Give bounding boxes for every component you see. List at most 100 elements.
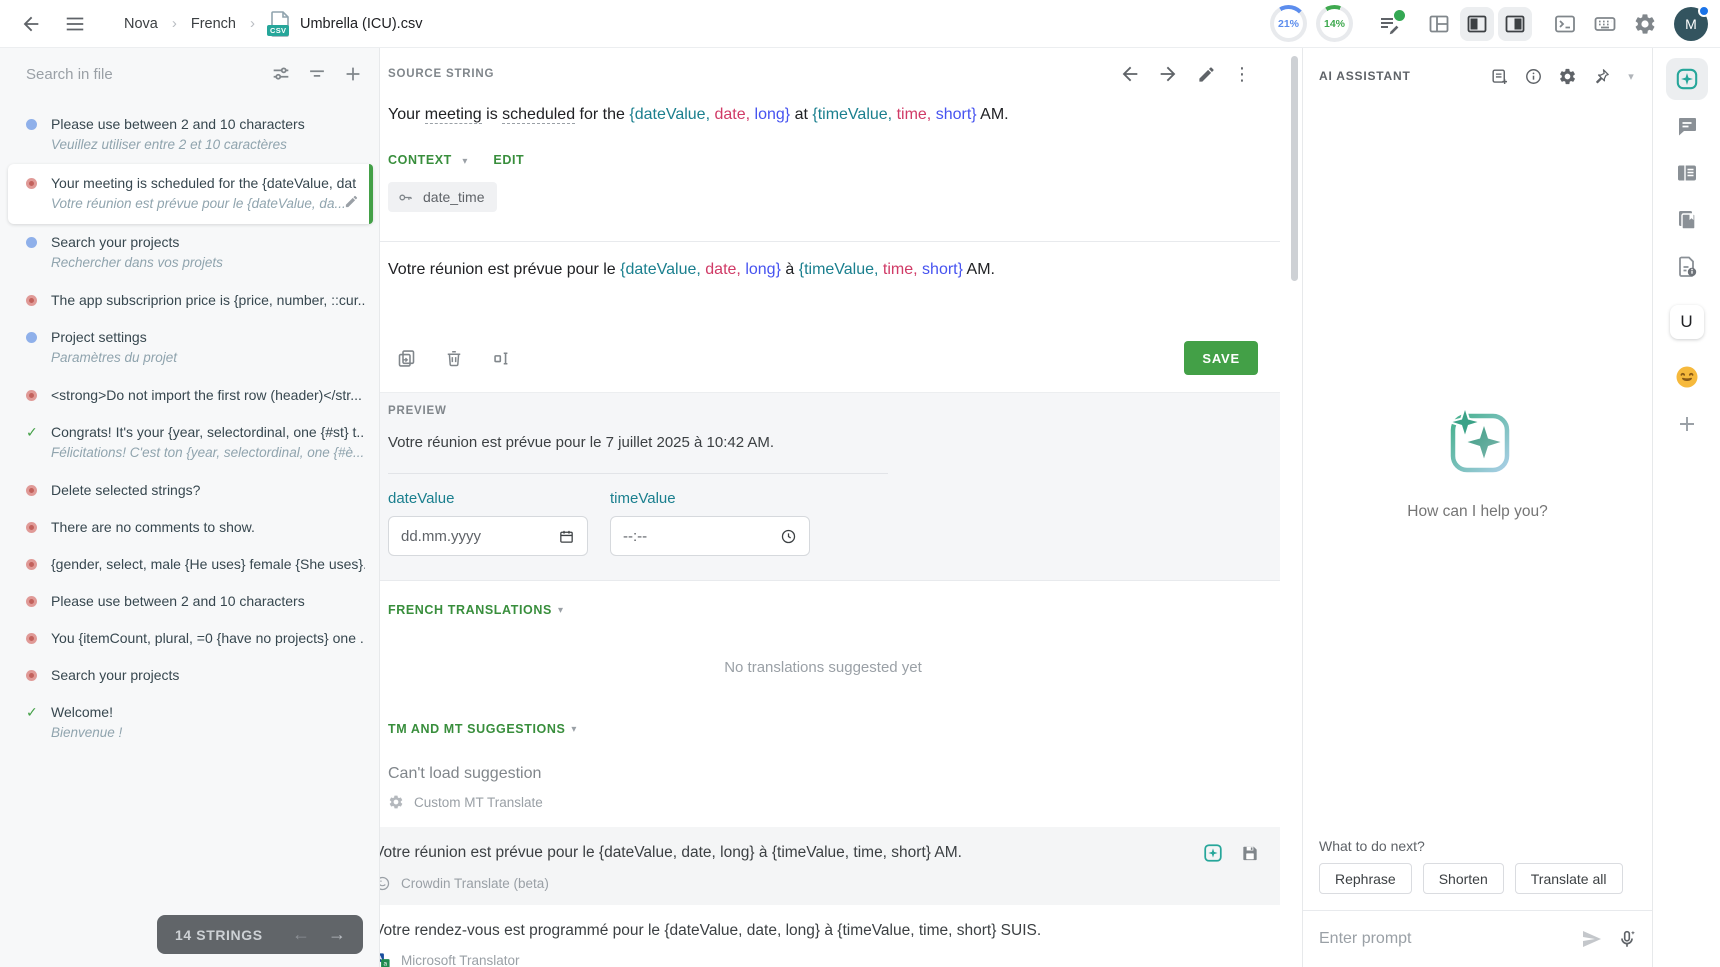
file-context-tab[interactable] xyxy=(1666,246,1708,288)
more-options-button[interactable]: ⋮ xyxy=(1230,64,1254,85)
translate-all-button[interactable]: Translate all xyxy=(1515,863,1623,894)
string-list-item[interactable]: <strong>Do not import the first row (hea… xyxy=(0,377,379,414)
book-bookmark-icon xyxy=(1675,208,1699,232)
breadcrumb-project[interactable]: Nova xyxy=(124,16,158,32)
date-value-input[interactable]: dd.mm.yyyy xyxy=(388,516,588,556)
string-info-tab[interactable] xyxy=(1666,152,1708,194)
save-suggestion-icon[interactable] xyxy=(1240,843,1260,863)
string-source-text: Your meeting is scheduled for the {dateV… xyxy=(51,173,357,193)
prompt-input[interactable] xyxy=(1319,930,1568,948)
suggestion-item[interactable]: Votre réunion est prévue pour le {dateVa… xyxy=(380,827,1280,905)
copy-source-icon xyxy=(396,348,417,369)
shorten-button[interactable]: Shorten xyxy=(1423,863,1504,894)
back-button[interactable] xyxy=(14,7,48,41)
french-translations-header[interactable]: FRENCH TRANSLATIONS ▾ xyxy=(388,603,1258,617)
next-string-nav-button[interactable] xyxy=(1154,60,1182,88)
text-selection-button[interactable] xyxy=(488,344,516,372)
string-list-item[interactable]: Congrats! It's your {year, selectordinal… xyxy=(0,414,379,472)
string-list-item-selected[interactable]: Your meeting is scheduled for the {dateV… xyxy=(8,164,373,224)
translated-progress-ring[interactable]: 21% xyxy=(1270,5,1307,42)
editor-scrollbar[interactable] xyxy=(1280,48,1302,967)
keyboard-shortcuts-button[interactable] xyxy=(1588,7,1622,41)
ai-assistant-header: AI ASSISTANT ▾ xyxy=(1303,52,1652,100)
ai-settings-button[interactable] xyxy=(1552,61,1582,91)
string-status-icon xyxy=(26,178,37,189)
time-value-input[interactable]: --:-- xyxy=(610,516,810,556)
approved-progress-ring[interactable]: 14% xyxy=(1316,5,1353,42)
string-navigation: ⋮ xyxy=(1116,60,1254,88)
string-list-item[interactable]: Please use between 2 and 10 characters xyxy=(0,583,379,620)
rephrase-button[interactable]: Rephrase xyxy=(1319,863,1412,894)
string-status-icon xyxy=(26,559,37,570)
edit-string-icon[interactable] xyxy=(344,194,359,214)
chevron-right-icon: › xyxy=(172,15,177,32)
tune-icon xyxy=(270,63,292,85)
user-avatar[interactable]: M xyxy=(1674,7,1708,41)
string-list-item[interactable]: Welcome! Bienvenue ! xyxy=(0,694,379,752)
sort-filter-button[interactable] xyxy=(301,58,333,90)
glossary-tab[interactable] xyxy=(1666,199,1708,241)
string-translation-text: Bienvenue ! xyxy=(51,722,365,743)
next-string-button[interactable]: → xyxy=(323,921,351,949)
voice-input-icon[interactable] xyxy=(1616,928,1638,950)
clock-icon[interactable] xyxy=(780,528,797,545)
no-translations-message: No translations suggested yet xyxy=(388,659,1258,676)
string-list-item[interactable]: The app subscriprion price is {price, nu… xyxy=(0,282,379,319)
scrollbar-thumb[interactable] xyxy=(1291,56,1298,281)
add-string-button[interactable] xyxy=(337,58,369,90)
add-panel-tab[interactable] xyxy=(1666,403,1708,445)
calendar-icon[interactable] xyxy=(558,528,575,545)
previous-string-button[interactable]: ← xyxy=(287,921,315,949)
source-string-header: SOURCE STRING ⋮ xyxy=(388,61,1258,87)
string-status-icon xyxy=(26,596,37,607)
layout-right-panel-button[interactable] xyxy=(1498,7,1532,41)
comments-tab[interactable] xyxy=(1666,105,1708,147)
edit-source-button[interactable] xyxy=(1192,60,1220,88)
info-button[interactable] xyxy=(1518,61,1548,91)
string-list-item[interactable]: There are no comments to show. xyxy=(0,509,379,546)
string-status-icon xyxy=(26,704,37,715)
preview-divider xyxy=(388,473,888,474)
string-list-item[interactable]: Search your projects Rechercher dans vos… xyxy=(0,224,379,282)
string-list-item[interactable]: Delete selected strings? xyxy=(0,472,379,509)
edit-context-link[interactable]: EDIT xyxy=(493,153,524,167)
time-value-field-group: timeValue --:-- xyxy=(610,490,810,556)
ai-translate-icon[interactable] xyxy=(1202,842,1224,864)
tm-mt-header[interactable]: TM AND MT SUGGESTIONS ▾ xyxy=(388,722,1258,736)
layout-left-panel-button[interactable] xyxy=(1460,7,1494,41)
string-list-item[interactable]: {gender, select, male {He uses} female {… xyxy=(0,546,379,583)
previous-string-nav-button[interactable] xyxy=(1116,60,1144,88)
string-list-item[interactable]: Project settings Paramètres du projet xyxy=(0,319,379,377)
new-conversation-button[interactable] xyxy=(1484,61,1514,91)
send-icon[interactable] xyxy=(1580,927,1604,951)
suggestion-item[interactable]: Votre rendez-vous est programmé pour le … xyxy=(380,905,1280,967)
console-button[interactable] xyxy=(1548,7,1582,41)
context-toggle[interactable]: CONTEXT ▾ xyxy=(388,151,467,169)
menu-button[interactable] xyxy=(58,7,92,41)
string-list-item[interactable]: You {itemCount, plural, =0 {have no proj… xyxy=(0,620,379,657)
collapse-panel-button[interactable]: ▾ xyxy=(1620,70,1642,83)
filter-settings-button[interactable] xyxy=(265,58,297,90)
string-source-text: There are no comments to show. xyxy=(51,517,365,537)
string-key-chip[interactable]: date_time xyxy=(388,182,497,212)
comment-icon xyxy=(1675,114,1699,138)
feedback-tab[interactable] xyxy=(1666,356,1708,398)
search-input[interactable] xyxy=(26,66,265,83)
settings-button[interactable] xyxy=(1628,7,1662,41)
string-list-item[interactable]: Please use between 2 and 10 characters V… xyxy=(0,106,379,164)
translation-input-text[interactable]: Votre réunion est prévue pour le {dateVa… xyxy=(388,259,1258,281)
search-row xyxy=(0,48,379,100)
save-button[interactable]: SAVE xyxy=(1184,341,1258,375)
layout-grid-button[interactable] xyxy=(1422,7,1456,41)
united24-tab[interactable]: U xyxy=(1666,301,1708,343)
clear-translation-button[interactable] xyxy=(440,344,468,372)
editor-mode-button[interactable] xyxy=(1372,7,1406,41)
pin-panel-button[interactable] xyxy=(1586,61,1616,91)
string-list-item[interactable]: Search your projects xyxy=(0,657,379,694)
breadcrumb-language[interactable]: French xyxy=(191,16,236,32)
string-status-icon xyxy=(26,424,37,435)
chevron-right-icon: › xyxy=(250,15,255,32)
ai-assistant-tab[interactable] xyxy=(1666,58,1708,100)
breadcrumb-file[interactable]: CSV Umbrella (ICU).csv xyxy=(269,11,422,37)
copy-source-button[interactable] xyxy=(392,344,420,372)
